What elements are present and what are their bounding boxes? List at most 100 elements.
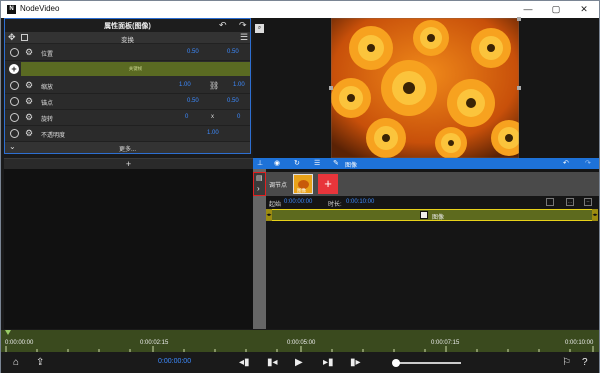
transform-handle-left[interactable] [329,86,333,90]
node-graph-area[interactable] [4,169,253,329]
playhead-marker-icon[interactable] [5,330,11,335]
property-label: 旋转 [41,117,54,123]
keyframe-hint: 关键帧 [128,66,143,71]
property-value-x[interactable]: 0.50 [187,49,199,55]
clip-trim-right-icon[interactable]: ◂▸ [592,209,598,221]
close-button[interactable]: ✕ [574,3,594,16]
title-bar: N NodeVideo — ▢ ✕ [1,1,599,18]
transform-section-header[interactable]: ✥ 变换 ☰ [5,32,250,44]
preview-area[interactable]: ⌕ [253,17,599,158]
property-value[interactable]: 1.00 [207,130,219,136]
gear-icon[interactable]: ⚙ [25,112,33,123]
properties-header: 属性面板(图像) ↶ ↷ [5,19,250,32]
layer-header: 调节点 图像 + [266,172,599,196]
transform-section-title: 变换 [121,37,134,44]
more-icon[interactable]: ‒ [584,198,592,206]
current-timecode[interactable]: 0:00:00:00 [158,358,191,365]
property-value-y[interactable]: 1.00 [233,82,245,88]
property-label: 不透明度 [41,133,66,139]
clip-label: 图像 [432,215,445,221]
property-value-x[interactable]: 0.50 [187,98,199,104]
timeline-toolbar: ⊥ ◉ ↻ ☰ ✎ 图像 ↶ ↷ [253,158,599,169]
gear-icon[interactable]: ⚙ [25,47,33,58]
stopwatch-icon[interactable] [10,113,19,122]
zoom-icon[interactable]: ⌕ [255,24,264,33]
flowers-image [331,18,519,158]
time-ruler[interactable]: 0:00:00:00 0:00:02:15 0:00:05:00 0:00:07… [1,330,599,352]
add-button[interactable]: + [4,159,253,169]
toolbar-label: 图像 [345,163,358,169]
box-icon[interactable] [546,198,554,206]
start-label: 起始 [269,202,282,208]
gear-icon[interactable]: ⚙ [25,128,33,139]
add-keyframe-icon[interactable]: + [9,64,19,74]
property-row-rotation[interactable]: ⚙ 旋转 0 x 0 [5,110,250,126]
duration-value[interactable]: 0:00:10:00 [346,199,374,205]
property-value-degrees[interactable]: 0 [237,114,240,120]
menu-icon[interactable]: ☰ [314,159,320,167]
maximize-button[interactable]: ▢ [546,3,566,16]
transform-handle-top-right[interactable] [517,17,521,21]
split-icon[interactable]: ⊥ [257,159,263,167]
undo-icon[interactable]: ↶ [563,159,569,167]
transform-handle-right[interactable] [517,86,521,90]
stopwatch-icon[interactable] [10,48,19,57]
clip-body: 图像 [272,210,592,221]
image-clip[interactable]: ◂▸ 图像 ◂▸ [266,209,598,221]
previous-frame-icon[interactable]: ◂▮ [239,356,250,369]
link-icon[interactable]: ⛓ [209,81,219,90]
pen-icon[interactable]: ✎ [333,159,339,167]
undo-icon[interactable]: ↶ [219,20,227,31]
property-value-y[interactable]: 0.50 [227,98,239,104]
redo-icon[interactable]: ↷ [585,159,591,167]
loop-icon[interactable]: ↻ [294,159,300,167]
redo-icon[interactable]: ↷ [239,20,247,31]
gear-icon[interactable]: ⚙ [25,96,33,107]
property-value-x[interactable]: 1.00 [179,82,191,88]
image-node-thumb[interactable]: 图像 [293,174,313,194]
stopwatch-icon[interactable] [10,97,19,106]
thumb-label: 图像 [297,188,306,193]
clip-image-icon [420,211,428,219]
property-value-y[interactable]: 0.50 [227,49,239,55]
skip-end-icon[interactable]: ▸▮ [323,356,334,369]
app-window: N NodeVideo — ▢ ✕ 属性面板(图像) ↶ ↷ ✥ 变换 ☰ ⚙ … [0,0,600,373]
add-node-button[interactable]: + [318,174,338,194]
clip-info-row: 起始 0:00:00:00 时长: 0:00:10:00 … ‒ [266,198,599,208]
menu-icon[interactable]: ☰ [240,32,248,43]
play-icon[interactable]: ▶ [295,356,303,369]
property-label: 位置 [41,52,54,58]
bookmark-icon[interactable]: ⚐ [562,356,571,369]
add-node-bar[interactable]: + [4,158,253,169]
property-row-opacity[interactable]: ⚙ 不透明度 1.00 [5,126,250,142]
duration-label: 时长: [328,202,342,208]
timeline-panel: ▤ › 调节点 图像 + 起始 0:00:00:00 时长: 0:00:10:0… [253,169,599,329]
collapse-button[interactable]: ▤ › [253,172,266,196]
more-button[interactable]: ⌄ 更多... [5,142,250,153]
stopwatch-icon[interactable] [10,129,19,138]
node-label: 调节点 [269,183,288,189]
stopwatch-icon[interactable] [10,81,19,90]
property-label: 锚点 [41,101,54,107]
property-row-anchor[interactable]: ⚙ 锚点 0.50 0.50 [5,94,250,110]
dots-icon[interactable]: … [566,198,574,206]
rotation-separator: x [211,114,214,120]
window-title: NodeVideo [20,4,60,13]
property-row-position[interactable]: ⚙ 位置 0.50 0.50 [5,45,250,61]
more-label: 更多... [118,147,136,153]
next-frame-icon[interactable]: ▮▸ [350,356,361,369]
gear-icon[interactable]: ⚙ [25,80,33,91]
home-icon[interactable]: ⌂ [13,356,19,369]
skip-start-icon[interactable]: ▮◂ [267,356,278,369]
minimize-button[interactable]: — [518,3,538,16]
playback-slider[interactable] [392,359,461,367]
property-row-scale[interactable]: ⚙ 缩放 1.00 ⛓ 1.00 [5,78,250,94]
start-value[interactable]: 0:00:00:00 [284,199,312,205]
slider-knob[interactable] [392,359,401,367]
keyframe-track[interactable]: 关键帧 [21,62,250,76]
property-value-turns[interactable]: 0 [185,114,188,120]
playback-bar: ⌂ ⇪ 0:00:00:00 ◂▮ ▮◂ ▶ ▸▮ ▮▸ ⚐ ? [1,352,599,373]
export-icon[interactable]: ⇪ [36,356,44,369]
help-icon[interactable]: ? [582,356,588,369]
eye-icon[interactable]: ◉ [274,159,280,167]
